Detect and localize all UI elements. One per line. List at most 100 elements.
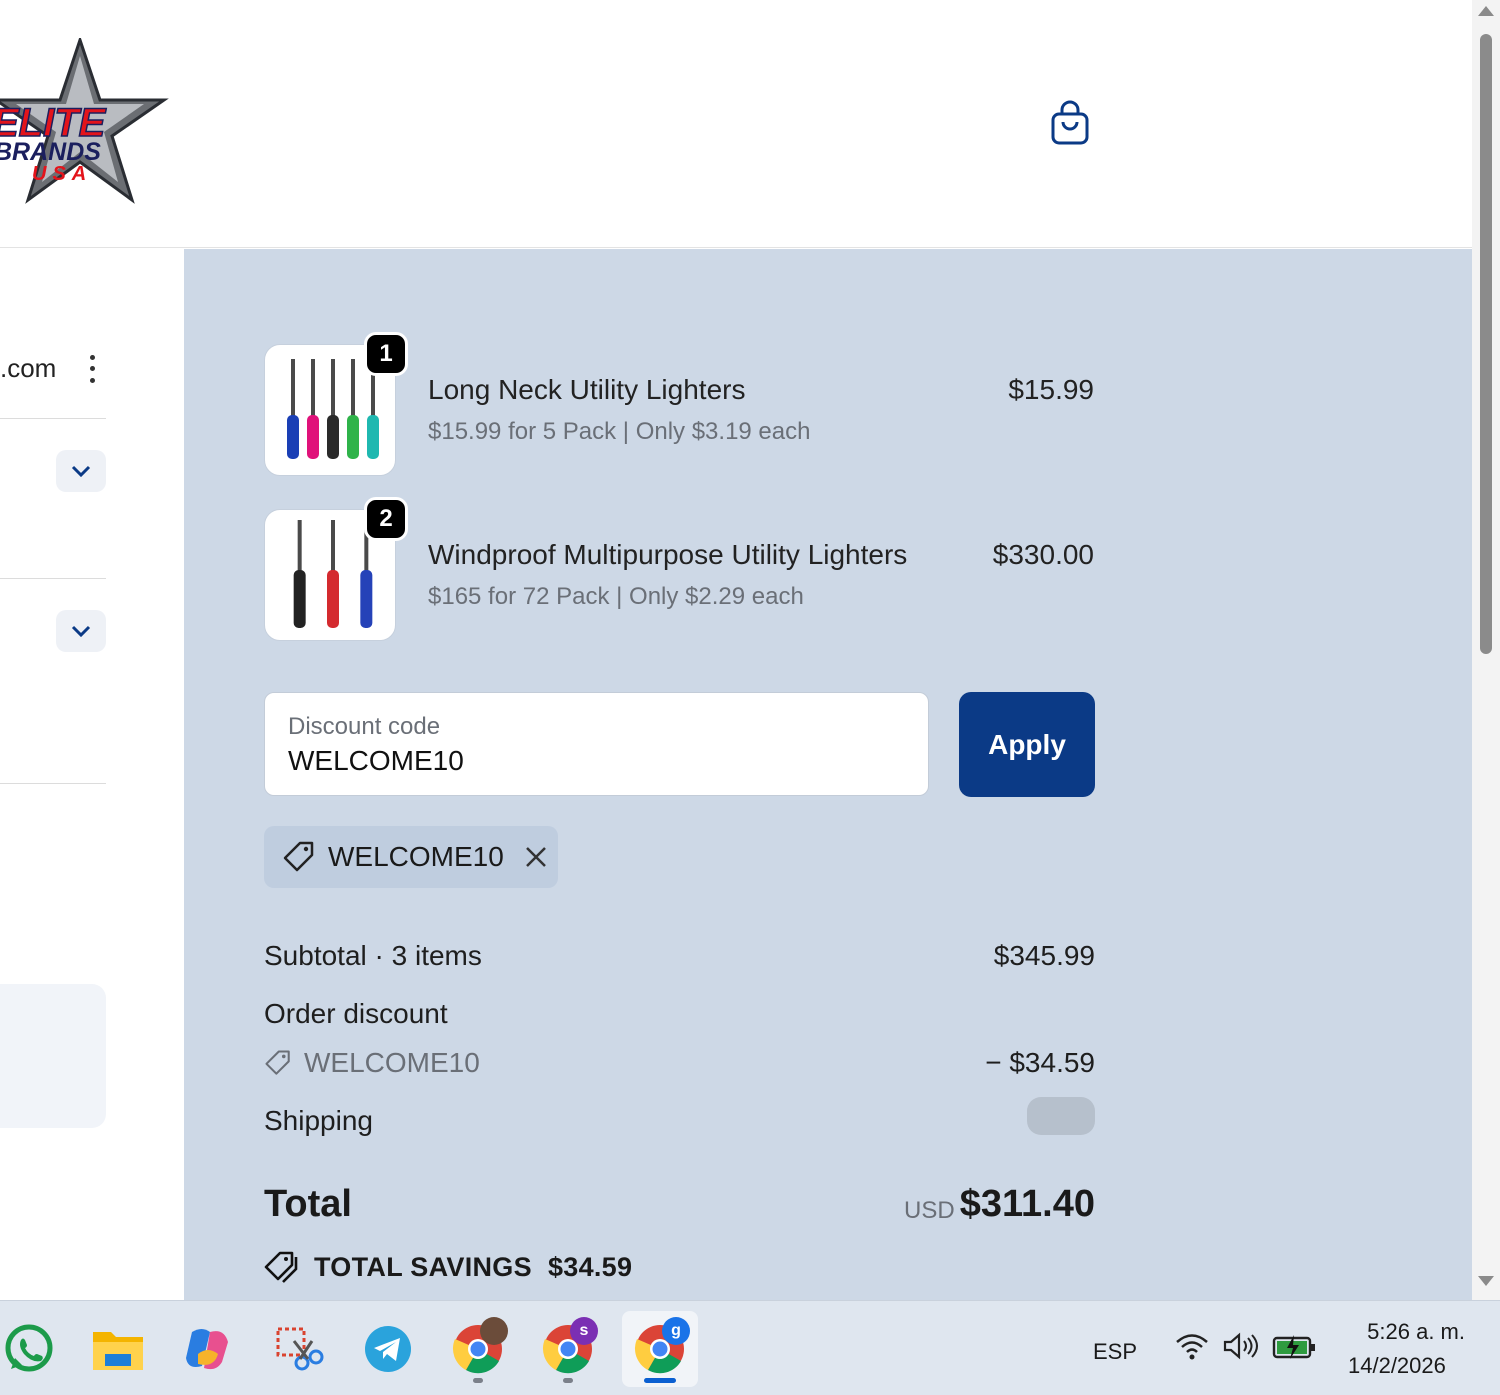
order-discount-code-text: WELCOME10 [304,1047,480,1078]
order-discount-code: WELCOME10 [264,1047,1095,1079]
apply-discount-button[interactable]: Apply [959,692,1095,797]
product-variant: $165 for 72 Pack | Only $2.29 each [428,583,804,610]
expand-section-button[interactable] [56,610,106,652]
product-title: Windproof Multipurpose Utility Lighters [428,539,908,570]
lighter-rod [291,359,295,417]
order-discount-label: Order discount [264,998,448,1029]
shipping-row: Shipping [264,1097,1095,1137]
applied-discount-code: WELCOME10 [328,841,504,872]
total-savings: TOTAL SAVINGS $34.59 [264,1251,632,1283]
subtotal-row: Subtotal · 3 items $345.99 [264,940,1095,972]
clock-date[interactable]: 14/2/2026 [1348,1353,1446,1379]
lighter-rod [331,359,335,417]
taskbar-chrome-profile-1[interactable] [440,1311,516,1387]
lighter-handle [367,415,379,459]
shopping-bag-icon [1051,100,1089,145]
copilot-icon [186,1329,228,1370]
divider [0,418,106,419]
windows-taskbar: s g ESP 5:26 a. m. 14/2/2026 [0,1300,1500,1395]
remove-discount-button[interactable] [522,843,550,871]
total-currency: USD [904,1197,955,1224]
star-logo-icon: ELITE BRANDS USA [0,35,169,204]
running-indicator [563,1378,573,1383]
taskbar-telegram[interactable] [350,1311,426,1387]
discount-code-input[interactable] [288,745,888,777]
order-discount-row: Order discount [264,998,1095,1030]
taskbar-whatsapp[interactable] [0,1311,66,1387]
battery-charging-icon[interactable] [1272,1333,1316,1366]
vertical-scrollbar[interactable] [1472,0,1500,1300]
order-discount-code-row: WELCOME10 − $34.59 [264,1047,1095,1079]
expand-section-button[interactable] [56,450,106,492]
lighter-rod [311,359,315,417]
clock-time[interactable]: 5:26 a. m. [1365,1319,1465,1345]
close-icon [525,847,546,867]
lighter-handle [307,415,319,459]
quantity-badge: 2 [364,497,408,541]
taskbar-copilot[interactable] [170,1311,246,1387]
product-title: Long Neck Utility Lighters [428,374,746,405]
checkout-form-column [0,249,184,1300]
snipping-tool-icon [276,1327,324,1371]
taskbar-chrome-profile-3[interactable]: g [622,1311,698,1387]
scroll-down-arrow-icon[interactable] [1478,1276,1494,1286]
lighter-handle [347,415,359,459]
scroll-up-arrow-icon[interactable] [1478,6,1494,16]
lighter-rod [297,520,302,572]
chevron-down-icon [71,625,91,637]
divider [0,578,106,579]
whatsapp-icon [5,1324,53,1372]
volume-icon[interactable] [1222,1331,1260,1366]
vertical-ellipsis-icon[interactable] [84,352,100,386]
shipping-label: Shipping [264,1105,373,1136]
discount-code-label: Discount code [288,713,441,740]
line-item: 2 Windproof Multipurpose Utility Lighter… [264,497,1094,641]
total-savings-value: $34.59 [547,1251,633,1282]
brand-logo[interactable]: ELITE BRANDS USA [0,35,178,208]
account-email: .com [0,353,57,383]
profile-badge: s [570,1317,598,1345]
active-indicator [644,1378,676,1383]
lighter-handle [360,570,373,628]
taskbar-chrome-profile-2[interactable]: s [530,1311,606,1387]
cart-button[interactable] [1046,98,1094,148]
shipping-loading-placeholder [1027,1097,1095,1135]
product-price: $15.99 [1008,374,1094,405]
quantity-badge: 1 [364,332,408,376]
wifi-icon[interactable] [1174,1331,1210,1366]
total-savings-label: TOTAL SAVINGS [314,1251,532,1282]
taskbar-snipping-tool[interactable] [260,1311,336,1387]
lighter-rod [351,359,355,417]
scrollbar-thumb[interactable] [1480,34,1492,654]
tags-icon [264,1251,298,1283]
input-language[interactable]: ESP [1093,1339,1137,1365]
subtotal-label: Subtotal · 3 items [264,940,482,971]
tag-icon [283,841,314,872]
lighter-handle [287,415,299,459]
logo-text-brands: BRANDS [0,138,101,166]
lighter-handle [327,415,339,459]
divider [0,783,106,784]
order-summary-panel: 1 Long Neck Utility Lighters $15.99 for … [184,249,1472,1300]
total-label: Total [264,1183,352,1225]
order-discount-value: − $34.59 [985,1047,1095,1078]
running-indicator [473,1378,483,1383]
telegram-icon [365,1326,411,1372]
product-variant: $15.99 for 5 Pack | Only $3.19 each [428,418,811,445]
taskbar-file-explorer[interactable] [80,1311,156,1387]
lighter-rod [331,520,335,572]
profile-avatar [480,1317,508,1345]
lighter-handle [293,570,306,628]
logo-text-usa: USA [32,163,92,185]
product-price: $330.00 [992,539,1094,570]
site-header: ELITE BRANDS USA [0,0,1472,248]
form-section-box [0,984,106,1128]
applied-discount-tag: WELCOME10 [264,826,558,888]
file-explorer-icon [93,1332,143,1370]
discount-code-field[interactable]: Discount code [264,692,929,796]
lighter-handle [327,570,339,628]
line-item: 1 Long Neck Utility Lighters $15.99 for … [264,332,1094,476]
total-amount: $311.40 [959,1183,1095,1225]
chevron-down-icon [71,465,91,477]
subtotal-value: $345.99 [993,940,1095,971]
